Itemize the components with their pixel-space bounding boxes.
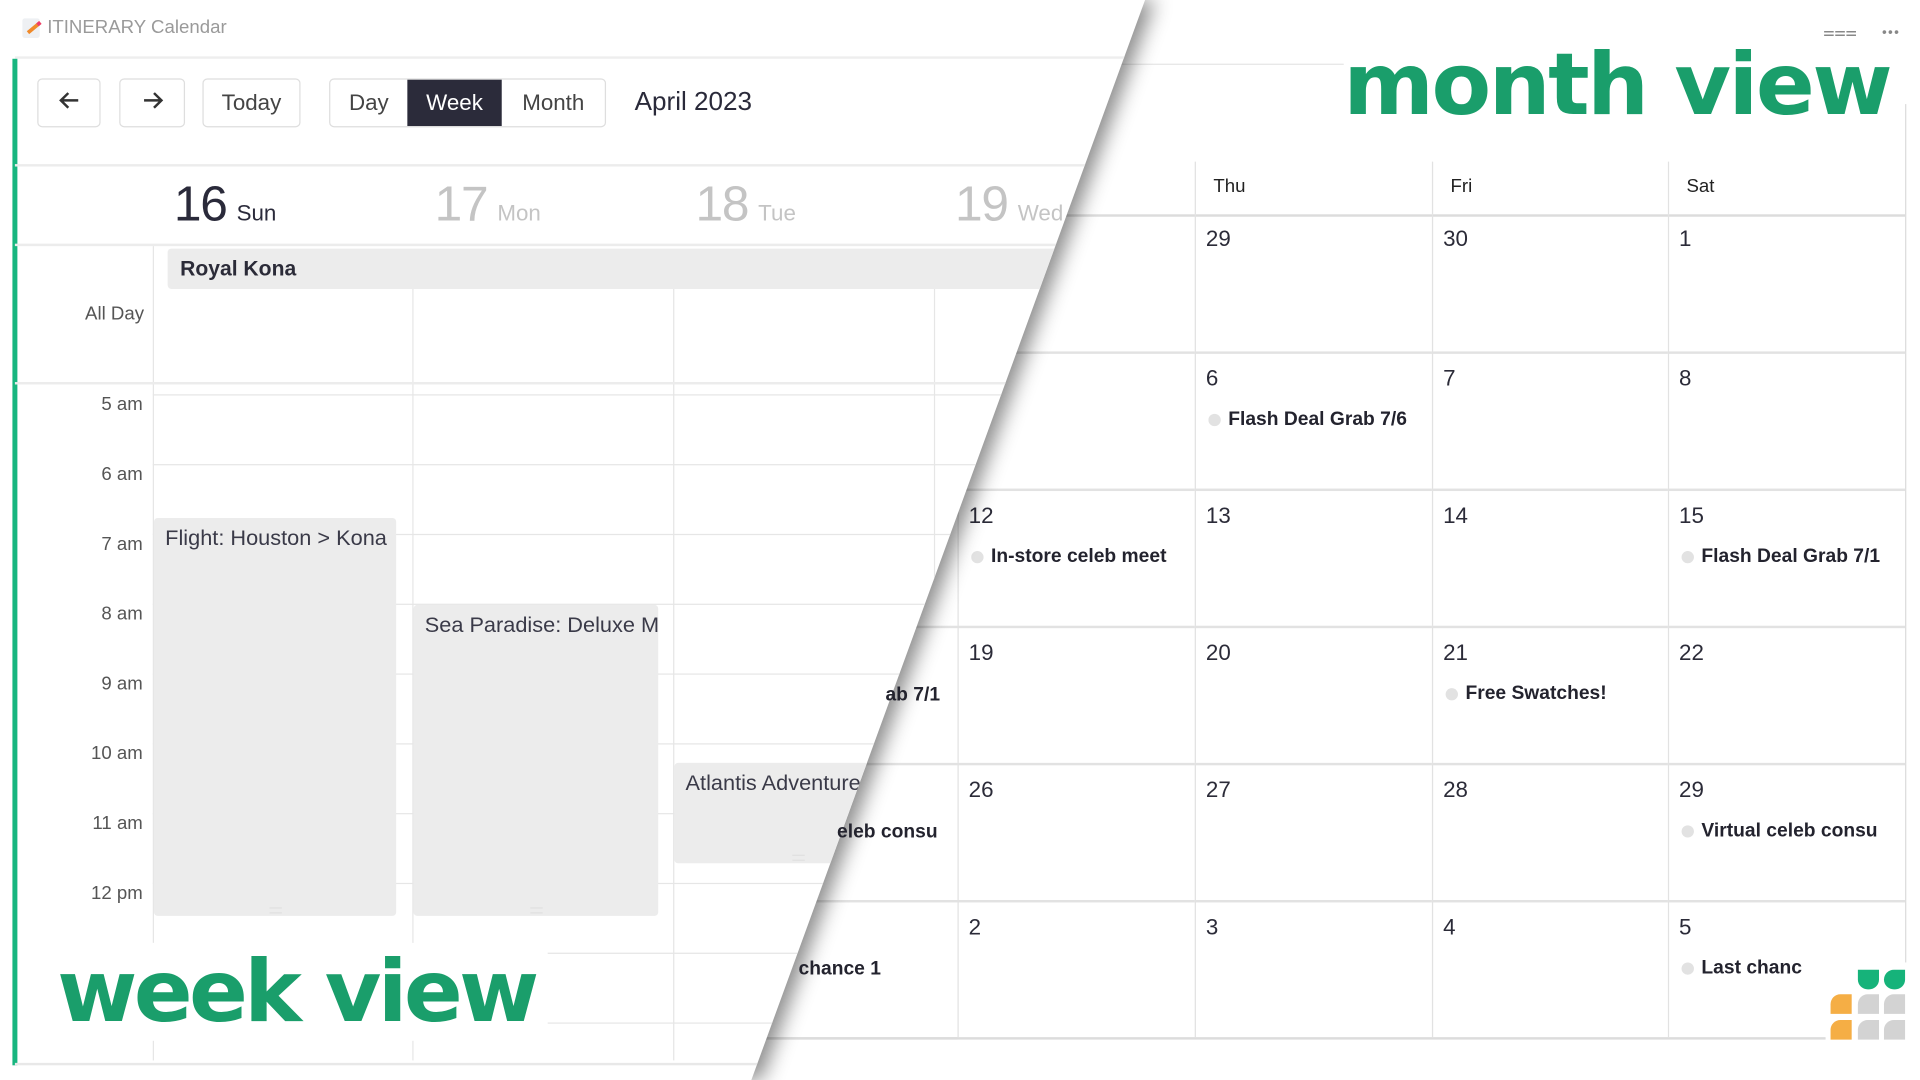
week-view-wrapper: ITINERARY Calendar Today Day Week Month … — [0, 0, 1920, 1080]
day-header-wed[interactable]: 19 Wed — [955, 176, 1063, 241]
app-title: ITINERARY Calendar — [47, 17, 227, 38]
day-number: 18 — [695, 177, 749, 232]
day-header-tue[interactable]: 18 Tue — [695, 176, 795, 241]
today-button[interactable]: Today — [202, 78, 301, 128]
event-title: Sea Paradise: Deluxe Mo — [424, 612, 659, 637]
event-title: Atlantis Adventures — [685, 770, 872, 795]
hour-label: 11 am — [92, 813, 143, 834]
day-number: 16 — [173, 177, 228, 232]
divider — [14, 382, 1146, 385]
divider — [14, 56, 1146, 59]
day-number: 19 — [955, 177, 1009, 232]
divider — [14, 243, 1146, 247]
month-event-partial[interactable]: chance 1 — [799, 959, 881, 981]
grid-line — [152, 394, 1146, 396]
next-button[interactable] — [119, 78, 186, 128]
grid-line — [933, 288, 936, 1061]
view-switcher: Day Week Month — [329, 78, 607, 128]
period-label: April 2023 — [634, 88, 753, 117]
accent-bar — [12, 58, 18, 1066]
day-name: Mon — [497, 200, 541, 226]
arrow-right-icon — [141, 90, 163, 116]
resize-handle[interactable] — [792, 854, 805, 861]
day-name: Sun — [236, 200, 277, 226]
day-header-sun[interactable]: 16 Sun — [174, 176, 276, 241]
day-number: 17 — [434, 177, 489, 232]
comparison-stage: ⩶ ••• Thu Fri Sat 29 30 1 6 Flash Deal Grab … — [0, 0, 1920, 1080]
divider — [14, 1062, 1009, 1066]
hour-label: 5 am — [101, 394, 143, 416]
grid-line — [152, 464, 1146, 466]
day-header-mon[interactable]: 17 Mon — [435, 176, 541, 241]
week-view-caption: week view — [49, 942, 549, 1041]
prev-button[interactable] — [37, 78, 101, 128]
arrow-left-icon — [58, 90, 80, 116]
all-day-label: All Day — [85, 303, 145, 325]
hour-label: 9 am — [101, 673, 143, 695]
hour-label: 8 am — [101, 603, 143, 625]
hour-label: 12 pm — [91, 882, 143, 904]
hour-label: 10 am — [91, 743, 143, 765]
all-day-event[interactable]: Royal Kona — [167, 248, 1112, 289]
view-month-button[interactable]: Month — [502, 80, 605, 127]
document-edit-icon — [22, 17, 40, 38]
event-sea-paradise[interactable]: Sea Paradise: Deluxe Mo — [413, 604, 659, 916]
month-event-partial[interactable]: eleb consu — [837, 822, 938, 844]
day-name: Tue — [758, 200, 796, 226]
week-view-panel: ITINERARY Calendar Today Day Week Month … — [0, 0, 1146, 1080]
event-flight[interactable]: Flight: Houston > Kona — [153, 517, 397, 916]
view-week-button[interactable]: Week — [407, 79, 502, 127]
hour-label: 6 am — [101, 464, 143, 485]
hour-label: 7 am — [101, 533, 143, 555]
view-day-button[interactable]: Day — [330, 80, 407, 127]
app-titlebar: ITINERARY Calendar — [22, 17, 227, 38]
resize-handle[interactable] — [529, 907, 543, 914]
event-atlantis[interactable]: Atlantis Adventures — [674, 762, 923, 864]
resize-handle[interactable] — [268, 907, 282, 914]
divider — [14, 164, 1146, 167]
day-name: Wed — [1017, 200, 1064, 226]
month-event-partial[interactable]: ab 7/1 — [885, 684, 940, 706]
event-title: Flight: Houston > Kona — [165, 525, 387, 550]
